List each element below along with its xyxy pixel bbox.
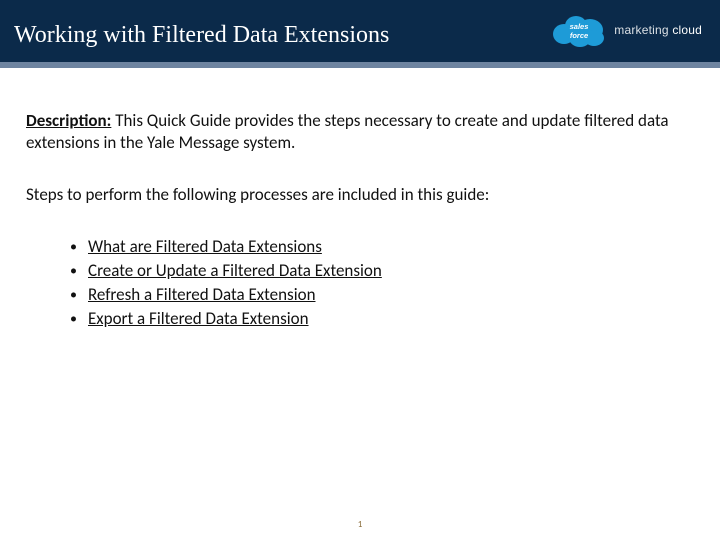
logo-brand-top: sales	[570, 22, 589, 31]
header-accent-bar	[0, 62, 720, 68]
topic-link[interactable]: Refresh a Filtered Data Extension	[88, 284, 316, 305]
list-item: What are Filtered Data Extensions	[70, 236, 694, 258]
marketing-cloud-text: marketing cloud	[614, 24, 702, 37]
list-item: Create or Update a Filtered Data Extensi…	[70, 260, 694, 282]
list-item: Export a Filtered Data Extension	[70, 308, 694, 330]
brand-logo: sales force marketing cloud	[550, 12, 702, 48]
list-item: Refresh a Filtered Data Extension	[70, 284, 694, 306]
description-paragraph: Description: This Quick Guide provides t…	[26, 110, 694, 154]
description-label: Description:	[26, 110, 111, 131]
slide-title: Working with Filtered Data Extensions	[0, 20, 389, 49]
slide-header: Working with Filtered Data Extensions sa…	[0, 0, 720, 68]
logo-text-marketing: marketing	[614, 23, 669, 37]
page-number: 1	[0, 519, 720, 530]
steps-intro: Steps to perform the following processes…	[26, 184, 694, 206]
slide-body: Description: This Quick Guide provides t…	[0, 68, 720, 330]
logo-brand-bottom: force	[570, 31, 588, 40]
topic-link[interactable]: Create or Update a Filtered Data Extensi…	[88, 260, 382, 281]
topic-link[interactable]: What are Filtered Data Extensions	[88, 236, 322, 257]
topic-list: What are Filtered Data Extensions Create…	[26, 236, 694, 330]
topic-link[interactable]: Export a Filtered Data Extension	[88, 308, 309, 329]
logo-text-cloud: cloud	[672, 23, 702, 37]
salesforce-cloud-icon: sales force	[550, 12, 608, 48]
description-text: This Quick Guide provides the steps nece…	[26, 110, 669, 153]
